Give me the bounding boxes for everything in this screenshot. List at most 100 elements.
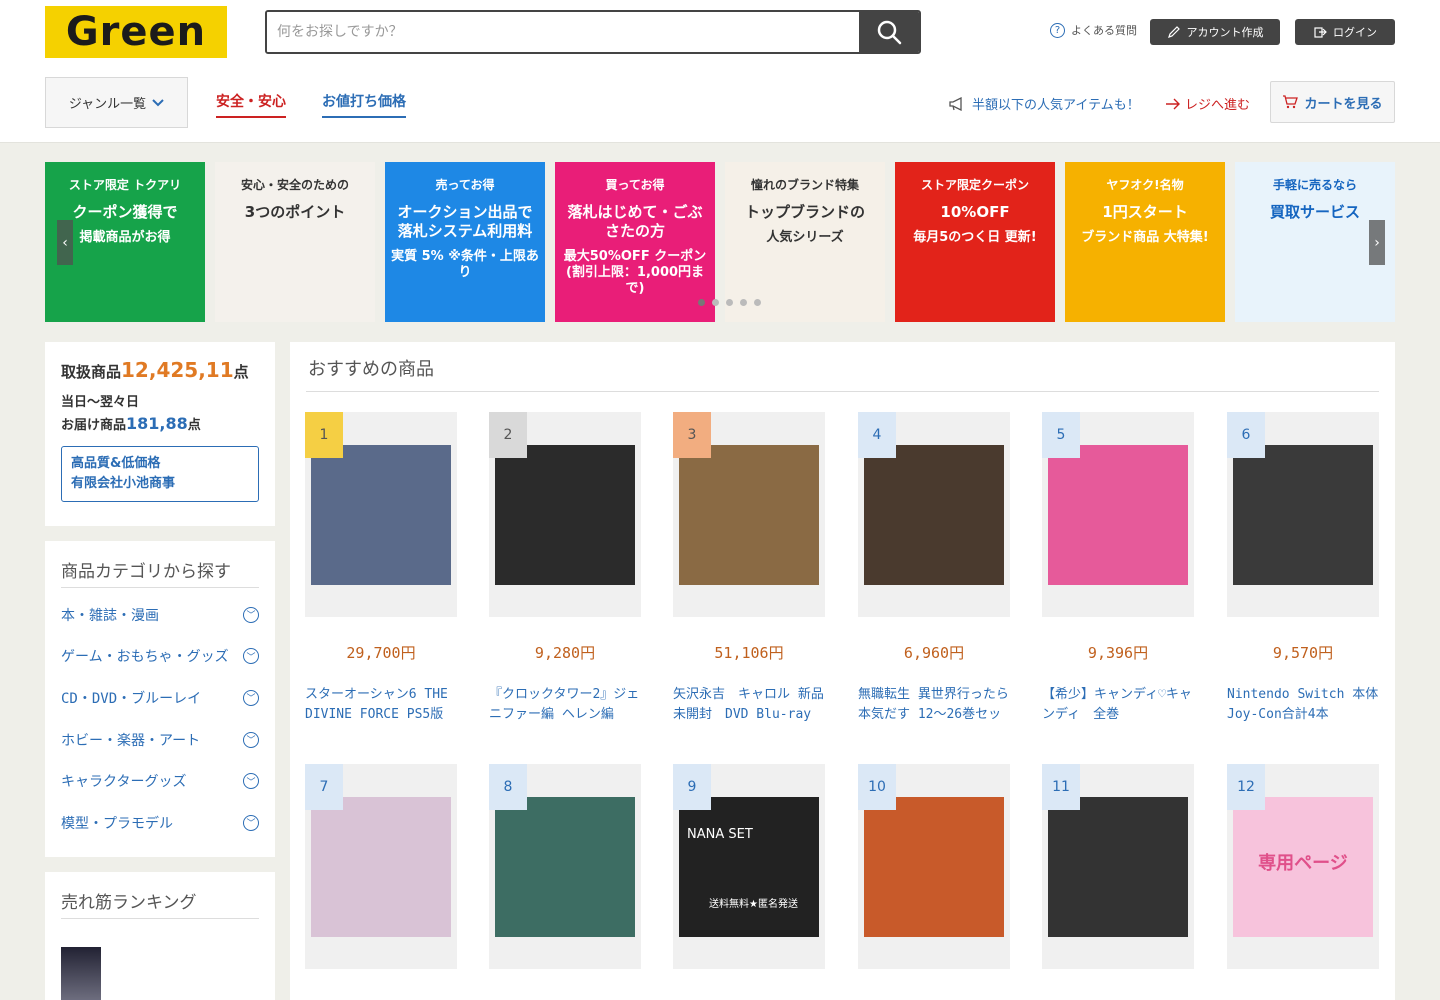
image-overlay-text: 専用ページ bbox=[1258, 852, 1348, 874]
product-name[interactable]: Nintendo Switch 本体 Joy-Con合計4本 bbox=[1227, 685, 1379, 725]
register-link[interactable]: レジへ進む bbox=[1165, 94, 1250, 113]
banner-carousel: ストア限定 トクアリ クーポン獲得で 掲載商品がお得 安心・安全のための 3つのポイント… bbox=[45, 162, 1395, 322]
product-card[interactable]: 専用ページ 12 bbox=[1227, 764, 1379, 1000]
product-card[interactable]: 10 bbox=[858, 764, 1010, 1000]
product-thumbnail[interactable]: 1 bbox=[305, 412, 457, 617]
category-item[interactable]: キャラクターグッズ ﹀ bbox=[61, 760, 259, 802]
carousel-dot[interactable] bbox=[698, 299, 705, 306]
search-bar bbox=[265, 10, 921, 54]
category-item[interactable]: ゲーム・おもちゃ・グッズ ﹀ bbox=[61, 636, 259, 678]
banner-text: 3つのポイント bbox=[244, 203, 346, 221]
banner-2[interactable]: 安心・安全のための 3つのポイント bbox=[215, 162, 375, 322]
nav-safety-link[interactable]: 安全・安心 bbox=[216, 91, 286, 118]
product-name[interactable] bbox=[673, 994, 825, 1000]
chevron-down-icon[interactable]: ﹀ bbox=[243, 773, 259, 790]
banner-text: 落札はじめて・ごぶさたの方 bbox=[567, 203, 703, 240]
product-card[interactable]: 7 bbox=[305, 764, 457, 1000]
product-thumbnail[interactable]: 5 bbox=[1042, 412, 1194, 617]
banner-3[interactable]: 売ってお得 オークション出品で 落札システム利用料 実質 5% ※条件・上限あり bbox=[385, 162, 545, 322]
banner-7[interactable]: ヤフオク!名物 1円スタート ブランド商品 大特集! bbox=[1065, 162, 1225, 322]
product-thumbnail[interactable]: 2 bbox=[489, 412, 641, 617]
nav-deal-link[interactable]: お値打ち価格 bbox=[322, 91, 406, 118]
product-thumbnail[interactable]: 専用ページ 12 bbox=[1227, 764, 1379, 969]
product-name[interactable]: 矢沢永吉 キャロル 新品未開封 DVD Blu-ray bbox=[673, 685, 825, 725]
login-button[interactable]: ログイン bbox=[1295, 19, 1395, 45]
product-card[interactable]: 2 9,280円 『クロックタワー2』ジェニファー編 ヘレン編 bbox=[489, 412, 641, 725]
search-button[interactable] bbox=[859, 12, 919, 52]
pencil-icon bbox=[1167, 26, 1180, 38]
image-overlay-text: 送料無料★匿名発送 bbox=[709, 898, 798, 910]
product-card[interactable]: 1 29,700円 スターオーシャン6 THE DIVINE FORCE PS5版 bbox=[305, 412, 457, 725]
product-name[interactable] bbox=[1042, 994, 1194, 1000]
view-cart-button[interactable]: カートを見る bbox=[1270, 81, 1395, 123]
promo-link[interactable]: 半額以下の人気アイテムも！ bbox=[948, 94, 1140, 113]
product-name[interactable] bbox=[489, 994, 641, 1000]
banner-text: 掲載商品がお得 bbox=[79, 229, 171, 245]
product-thumbnail[interactable]: 11 bbox=[1042, 764, 1194, 969]
carousel-dots bbox=[698, 299, 761, 306]
category-label: CD・DVD・ブルーレイ bbox=[61, 690, 202, 707]
product-card[interactable]: 4 6,960円無職転生 異世界行ったら本気だす 12〜26巻セット bbox=[858, 412, 1010, 725]
product-image bbox=[1048, 796, 1188, 937]
ranking-thumbnail[interactable] bbox=[61, 947, 101, 1000]
chevron-down-icon[interactable]: ﹀ bbox=[243, 606, 259, 623]
category-item[interactable]: ホビー・楽器・アート ﹀ bbox=[61, 719, 259, 761]
banner-prev-button[interactable]: ‹ bbox=[57, 220, 73, 265]
faq-link[interactable]: ? よくある質問 bbox=[1050, 22, 1137, 38]
product-name[interactable]: スターオーシャン6 THE DIVINE FORCE PS5版 bbox=[305, 685, 457, 725]
category-item[interactable]: 模型・プラモデル ﹀ bbox=[61, 802, 259, 844]
create-account-button[interactable]: アカウント作成 bbox=[1150, 19, 1280, 45]
product-thumbnail[interactable]: 8 bbox=[489, 764, 641, 969]
product-card[interactable]: 5 9,396円 【希少】キャンディ♡キャンディ 全巻 bbox=[1042, 412, 1194, 725]
genre-dropdown[interactable]: ジャンル一覧 bbox=[45, 77, 188, 128]
product-name[interactable] bbox=[858, 994, 1010, 1000]
product-name[interactable] bbox=[305, 994, 457, 1000]
banner-text: ブランド商品 大特集! bbox=[1081, 229, 1209, 245]
chevron-down-icon[interactable]: ﹀ bbox=[243, 648, 259, 665]
product-thumbnail[interactable]: 3 bbox=[673, 412, 825, 617]
cart-label: カートを見る bbox=[1304, 96, 1383, 112]
product-name[interactable]: 無職転生 異世界行ったら本気だす 12〜26巻セット bbox=[858, 685, 1010, 725]
shop-tagline: 高品質&低価格 bbox=[71, 456, 161, 471]
product-thumbnail[interactable]: 10 bbox=[858, 764, 1010, 969]
product-card[interactable]: 8 bbox=[489, 764, 641, 1000]
carousel-dot[interactable] bbox=[712, 299, 719, 306]
banner-6[interactable]: ストア限定クーポン 10%OFF 毎月5のつく日 更新! bbox=[895, 162, 1055, 322]
banner-5[interactable]: 憧れのブランド特集 トップブランドの 人気シリーズ bbox=[725, 162, 885, 322]
category-label: ゲーム・おもちゃ・グッズ bbox=[61, 649, 229, 666]
product-card[interactable]: NANA SET 送料無料★匿名発送 9 bbox=[673, 764, 825, 1000]
product-thumbnail[interactable]: 7 bbox=[305, 764, 457, 969]
rank-badge: 12 bbox=[1227, 764, 1265, 810]
site-logo[interactable]: Green bbox=[45, 6, 227, 58]
category-item[interactable]: CD・DVD・ブルーレイ ﹀ bbox=[61, 677, 259, 719]
product-card[interactable]: 11 bbox=[1042, 764, 1194, 1000]
shop-link[interactable]: 高品質&低価格 有限会社小池商事 bbox=[61, 446, 259, 502]
category-list: 本・雑誌・漫画 ﹀ ゲーム・おもちゃ・グッズ ﹀ CD・DVD・ブルーレイ ﹀ ホビー・楽器… bbox=[61, 594, 259, 844]
chevron-down-icon[interactable]: ﹀ bbox=[243, 689, 259, 706]
login-label: ログイン bbox=[1333, 26, 1377, 39]
product-name[interactable]: 【希少】キャンディ♡キャンディ 全巻 bbox=[1042, 685, 1194, 725]
product-name[interactable] bbox=[1227, 994, 1379, 1000]
product-image bbox=[864, 444, 1004, 585]
banner-text: 実質 5% ※条件・上限あり bbox=[391, 248, 539, 280]
banner-next-button[interactable]: › bbox=[1369, 220, 1385, 265]
rank-badge: 2 bbox=[489, 412, 527, 458]
search-input[interactable] bbox=[267, 12, 859, 52]
product-thumbnail[interactable]: 6 bbox=[1227, 412, 1379, 617]
product-thumbnail[interactable]: NANA SET 送料無料★匿名発送 9 bbox=[673, 764, 825, 969]
chevron-down-icon[interactable]: ﹀ bbox=[243, 814, 259, 831]
carousel-dot[interactable] bbox=[740, 299, 747, 306]
category-card: 商品カテゴリから探す 本・雑誌・漫画 ﹀ ゲーム・おもちゃ・グッズ ﹀ CD・DVD・ブ… bbox=[45, 541, 275, 857]
category-item[interactable]: 本・雑誌・漫画 ﹀ bbox=[61, 594, 259, 636]
banner-4[interactable]: 買ってお得 落札はじめて・ごぶさたの方 最大50%OFF クーポン (割引上限：1,… bbox=[555, 162, 715, 322]
carousel-dot[interactable] bbox=[754, 299, 761, 306]
product-card[interactable]: 3 51,106円 矢沢永吉 キャロル 新品未開封 DVD Blu-ray bbox=[673, 412, 825, 725]
chevron-down-icon[interactable]: ﹀ bbox=[243, 731, 259, 748]
product-thumbnail[interactable]: 4 bbox=[858, 412, 1010, 617]
product-name[interactable]: 『クロックタワー2』ジェニファー編 ヘレン編 bbox=[489, 685, 641, 725]
product-image bbox=[495, 796, 635, 937]
rank-badge: 3 bbox=[673, 412, 711, 458]
product-image bbox=[311, 796, 451, 937]
carousel-dot[interactable] bbox=[726, 299, 733, 306]
product-card[interactable]: 6 9,570円 Nintendo Switch 本体 Joy-Con合計4本 bbox=[1227, 412, 1379, 725]
